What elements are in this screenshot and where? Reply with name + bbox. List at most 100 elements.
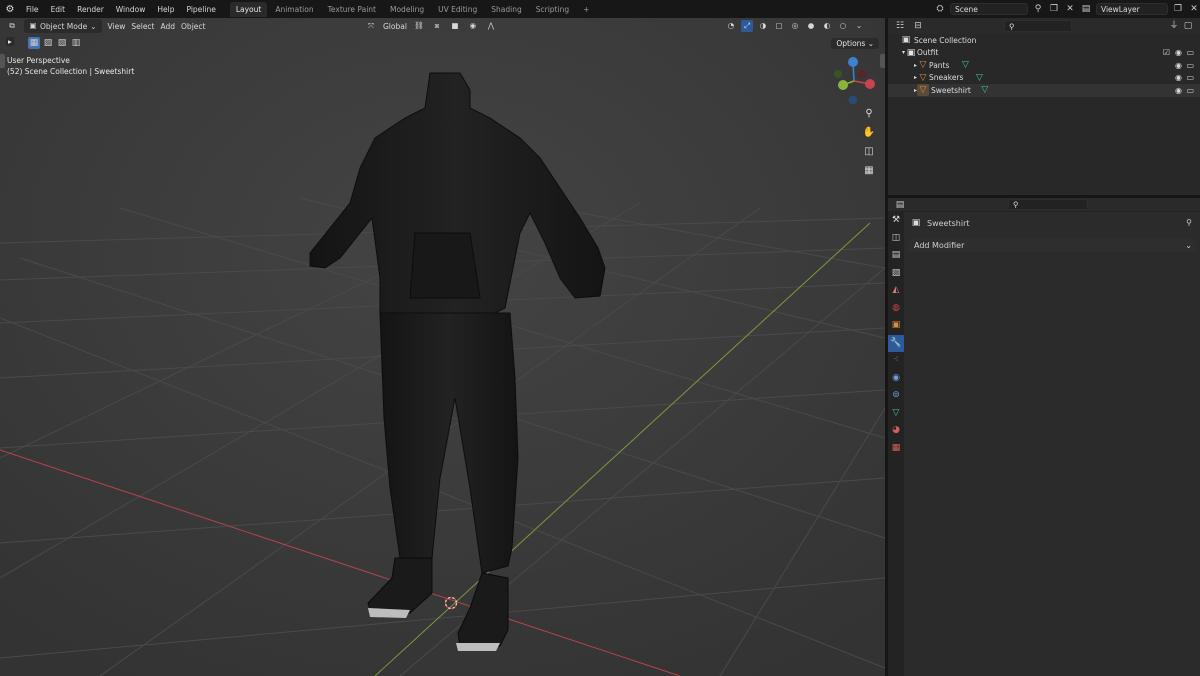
material-tab-icon[interactable]: ◕	[888, 422, 904, 440]
transform-orientation[interactable]: Global	[383, 22, 407, 31]
delete-view-layer-icon[interactable]: ✕	[1188, 3, 1200, 15]
mesh-data-icon[interactable]: ▽	[979, 84, 991, 96]
menu-object[interactable]: Object	[181, 22, 205, 31]
tab-texture-paint[interactable]: Texture Paint	[322, 2, 382, 17]
outliner-search-input[interactable]: ⚲	[1004, 20, 1072, 32]
falloff-icon[interactable]: ⋀	[485, 20, 497, 32]
shading-options-icon[interactable]: ⌄	[853, 20, 865, 32]
gizmo-y-axis[interactable]	[838, 80, 848, 90]
sidebar-toggle[interactable]	[880, 54, 885, 68]
render-visibility-icon[interactable]: ▭	[1186, 73, 1194, 82]
eye-icon[interactable]: ◉	[1175, 48, 1182, 57]
editor-type-icon[interactable]: ⧉	[6, 20, 18, 32]
pin-icon[interactable]: ⚲	[1032, 3, 1044, 15]
output-tab-icon[interactable]: ▤	[888, 247, 904, 265]
exclude-checkbox-icon[interactable]: ☑	[1163, 48, 1170, 57]
tab-scripting[interactable]: Scripting	[530, 2, 575, 17]
camera-view-icon[interactable]: ◫	[861, 144, 877, 160]
new-collection-icon[interactable]: ▢	[1182, 20, 1194, 32]
scene-icon[interactable]: ⛭	[934, 3, 946, 15]
mesh-data-icon[interactable]: ▽	[959, 59, 971, 71]
menu-help[interactable]: Help	[151, 5, 180, 14]
mesh-data-icon[interactable]: ▽	[973, 72, 985, 84]
view-layer-field[interactable]: ViewLayer	[1096, 3, 1168, 15]
add-modifier-button[interactable]: Add Modifier ⌄	[908, 238, 1196, 252]
particles-tab-icon[interactable]: ⁖	[888, 352, 904, 370]
eye-icon[interactable]: ◉	[1175, 61, 1182, 70]
properties-editor-icon[interactable]: ▤	[894, 199, 906, 211]
menu-view[interactable]: View	[108, 22, 126, 31]
tool-tab-icon[interactable]: ⚒	[888, 212, 904, 230]
tab-uv-editing[interactable]: UV Editing	[432, 2, 483, 17]
xray-icon[interactable]: ▢	[773, 20, 785, 32]
outliner-row-sweetshirt[interactable]: ▸ ▽ Sweetshirt ▽ ◉ ▭	[888, 84, 1200, 97]
new-view-layer-icon[interactable]: ❐	[1172, 3, 1184, 15]
menu-file[interactable]: File	[20, 5, 45, 14]
tab-animation[interactable]: Animation	[269, 2, 319, 17]
menu-add[interactable]: Add	[161, 22, 176, 31]
pivot-icon[interactable]: ⛓	[413, 20, 425, 32]
outliner-row-sneakers[interactable]: ▸ ▽ Sneakers ▽ ◉ ▭	[888, 72, 1200, 85]
outliner-editor-icon[interactable]: ☷	[894, 20, 906, 32]
pan-hand-icon[interactable]: ✋	[861, 125, 877, 141]
filter-icon[interactable]: ⏚	[1168, 20, 1180, 32]
render-tab-icon[interactable]: ◫	[888, 230, 904, 248]
menu-render[interactable]: Render	[71, 5, 110, 14]
mode-selector[interactable]: ▣ Object Mode ⌄	[24, 19, 102, 33]
rendered-shading-icon[interactable]: ○	[837, 20, 849, 32]
scene-tab-icon[interactable]: ◭	[888, 282, 904, 300]
mesh-data-tab-icon[interactable]: ▽	[888, 405, 904, 423]
blender-logo-icon[interactable]: ⚙	[0, 4, 20, 15]
render-visibility-icon[interactable]: ▭	[1186, 86, 1194, 95]
select-invert-icon[interactable]: ▥	[70, 37, 82, 49]
menu-edit[interactable]: Edit	[45, 5, 72, 14]
zoom-icon[interactable]: ⚲	[861, 106, 877, 122]
render-visibility-icon[interactable]: ▭	[1186, 61, 1194, 70]
properties-search-input[interactable]: ⚲	[1008, 199, 1088, 210]
view-layer-icon[interactable]: ▤	[1080, 3, 1092, 15]
select-new-icon[interactable]: ▦	[28, 37, 40, 49]
tab-layout[interactable]: Layout	[229, 1, 268, 17]
tool-select-icon[interactable]: ▸	[6, 37, 14, 46]
tab-shading[interactable]: Shading	[485, 2, 527, 17]
display-mode-icon[interactable]: ⊟	[912, 20, 924, 32]
snap-icon[interactable]: ⧈	[431, 20, 443, 32]
modifier-wrench-icon[interactable]: 🔧	[888, 334, 904, 352]
render-visibility-icon[interactable]: ▭	[1186, 48, 1194, 57]
texture-tab-icon[interactable]: ▦	[888, 440, 904, 458]
options-button[interactable]: Options ⌄	[831, 38, 879, 49]
add-workspace-button[interactable]: +	[577, 2, 595, 17]
outliner-row-pants[interactable]: ▸ ▽ Pants ▽ ◉ ▭	[888, 59, 1200, 72]
material-shading-icon[interactable]: ◐	[821, 20, 833, 32]
eye-icon[interactable]: ◉	[1175, 73, 1182, 82]
menu-select[interactable]: Select	[131, 22, 154, 31]
snap-target-icon[interactable]: ■	[449, 20, 461, 32]
gizmo-toggle-icon[interactable]: ⤢	[741, 20, 753, 32]
select-extend-icon[interactable]: ▨	[42, 37, 54, 49]
toolbar-toggle[interactable]	[0, 54, 5, 68]
gizmo-neg-y[interactable]	[858, 70, 866, 78]
object-tab-icon[interactable]: ▣	[888, 317, 904, 335]
proportional-edit-icon[interactable]: ◉	[467, 20, 479, 32]
3d-viewport[interactable]: ⧉ ▣ Object Mode ⌄ View Select Add Object…	[0, 18, 885, 676]
constraints-tab-icon[interactable]: ⊚	[888, 387, 904, 405]
gizmo-neg-x[interactable]	[834, 70, 842, 78]
overlay-icon[interactable]: ◑	[757, 20, 769, 32]
delete-scene-icon[interactable]: ✕	[1064, 3, 1076, 15]
eye-icon[interactable]: ◉	[1175, 86, 1182, 95]
solid-shading-icon[interactable]: ●	[805, 20, 817, 32]
outliner-row-outfit[interactable]: ▾ ▣ Outfit ☑ ◉ ▭	[888, 47, 1200, 60]
visibility-icon[interactable]: ◔	[725, 20, 737, 32]
perspective-grid-icon[interactable]: ▦	[861, 163, 877, 179]
pin-icon[interactable]: ⚲	[1186, 218, 1192, 227]
gizmo-neg-z[interactable]	[848, 95, 858, 105]
gizmo-z-axis[interactable]	[848, 57, 858, 67]
gizmo-x-axis[interactable]	[865, 79, 875, 89]
outliner-row-scene-collection[interactable]: ▣ Scene Collection	[888, 34, 1200, 47]
select-subtract-icon[interactable]: ▧	[56, 37, 68, 49]
menu-pipeline[interactable]: Pipeline	[180, 5, 221, 14]
physics-tab-icon[interactable]: ◉	[888, 370, 904, 388]
wireframe-shading-icon[interactable]: ◎	[789, 20, 801, 32]
tab-modeling[interactable]: Modeling	[384, 2, 430, 17]
new-scene-icon[interactable]: ❐	[1048, 3, 1060, 15]
